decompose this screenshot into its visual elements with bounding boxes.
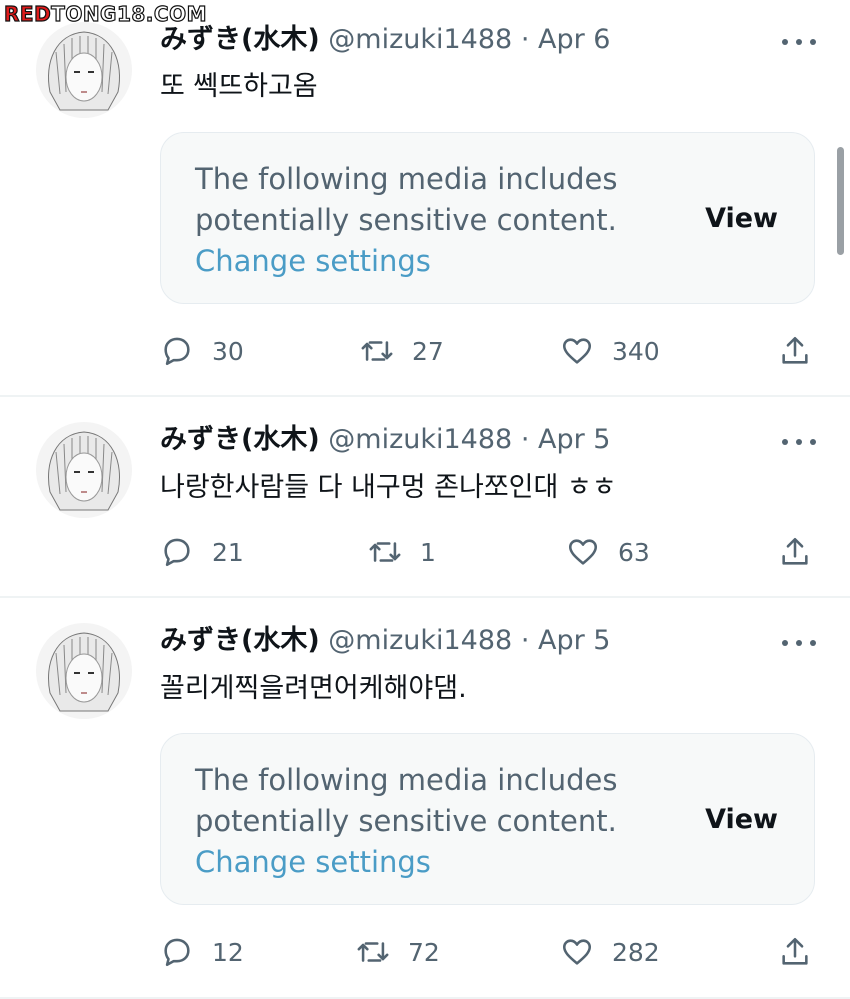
view-button[interactable]: View <box>705 804 778 835</box>
change-settings-link[interactable]: Change settings <box>195 842 625 883</box>
notice-line-1: The following media includes <box>195 162 618 196</box>
tweet-date[interactable]: Apr 6 <box>538 24 610 55</box>
reply-button[interactable]: 12 <box>160 932 244 972</box>
retweet-button[interactable]: 27 <box>360 331 444 371</box>
retweet-button[interactable]: 1 <box>368 532 436 572</box>
scrollbar-thumb[interactable] <box>837 147 844 255</box>
notice-line-2: potentially sensitive content. <box>195 203 617 237</box>
display-name[interactable]: みずき(水木) <box>160 24 320 55</box>
reply-icon <box>164 538 190 567</box>
reply-icon <box>164 337 190 366</box>
sensitive-media-notice: The following media includes potentially… <box>195 159 625 282</box>
like-count: 282 <box>612 937 660 967</box>
like-count: 340 <box>612 336 660 366</box>
reply-count: 12 <box>212 937 244 967</box>
separator: · <box>520 625 530 656</box>
share-icon <box>782 537 808 565</box>
avatar[interactable] <box>36 422 132 518</box>
share-button[interactable] <box>778 331 830 371</box>
tweet-date[interactable]: Apr 5 <box>538 424 610 455</box>
like-button[interactable]: 340 <box>560 331 660 371</box>
reply-icon <box>164 938 190 967</box>
reply-button[interactable]: 21 <box>160 532 244 572</box>
handle[interactable]: @mizuki1488 <box>328 625 512 656</box>
tweet-header: みずき(水木) @mizuki1488 · Apr 5 <box>160 621 610 661</box>
display-name[interactable]: みずき(水木) <box>160 424 320 455</box>
reply-count: 30 <box>212 336 244 366</box>
share-icon <box>782 336 808 364</box>
separator: · <box>520 24 530 55</box>
handle[interactable]: @mizuki1488 <box>328 424 512 455</box>
avatar[interactable] <box>36 22 132 118</box>
display-name[interactable]: みずき(水木) <box>160 625 320 656</box>
reply-button[interactable]: 30 <box>160 331 244 371</box>
tweet[interactable]: みずき(水木) @mizuki1488 · Apr 5 꼴리게찍을려면어케해야댐… <box>0 598 850 997</box>
more-icon[interactable] <box>782 631 816 655</box>
more-icon[interactable] <box>782 430 816 454</box>
view-button[interactable]: View <box>705 203 778 234</box>
share-button[interactable] <box>778 932 830 972</box>
share-button[interactable] <box>778 532 830 572</box>
retweet-icon <box>357 942 389 962</box>
more-icon[interactable] <box>782 30 816 54</box>
tweet-text: 나랑한사람들 다 내구멍 존나쪼인대 ㅎㅎ <box>160 472 617 503</box>
separator: · <box>520 424 530 455</box>
like-button[interactable]: 63 <box>566 532 650 572</box>
avatar[interactable] <box>36 623 132 719</box>
tweet-text: 꼴리게찍을려면어케해야댐. <box>160 673 467 704</box>
action-bar: 21 1 63 <box>0 532 850 572</box>
retweet-icon <box>369 542 401 562</box>
change-settings-link[interactable]: Change settings <box>195 241 625 282</box>
heart-icon <box>562 939 592 965</box>
retweet-count: 1 <box>420 537 436 567</box>
retweet-count: 27 <box>412 336 444 366</box>
notice-line-1: The following media includes <box>195 763 618 797</box>
handle[interactable]: @mizuki1488 <box>328 24 512 55</box>
notice-line-2: potentially sensitive content. <box>195 804 617 838</box>
heart-icon <box>568 539 598 565</box>
share-icon <box>782 937 808 965</box>
tweet-date[interactable]: Apr 5 <box>538 625 610 656</box>
sensitive-media-notice: The following media includes potentially… <box>195 760 625 883</box>
like-button[interactable]: 282 <box>560 932 660 972</box>
tweet[interactable]: みずき(水木) @mizuki1488 · Apr 5 나랑한사람들 다 내구멍… <box>0 397 850 595</box>
retweet-button[interactable]: 72 <box>356 932 440 972</box>
action-bar: 30 27 340 <box>0 331 850 371</box>
tweet-header: みずき(水木) @mizuki1488 · Apr 5 <box>160 420 610 460</box>
tweet[interactable]: みずき(水木) @mizuki1488 · Apr 6 또 쎅뜨하고옴 The … <box>0 0 850 395</box>
reply-count: 21 <box>212 537 244 567</box>
retweet-icon <box>361 341 393 361</box>
tweet-text: 또 쎅뜨하고옴 <box>160 71 318 102</box>
watermark: REDTONG18.COM <box>3 1 207 26</box>
sensitive-media-card[interactable]: The following media includes potentially… <box>160 132 815 304</box>
tweet-header: みずき(水木) @mizuki1488 · Apr 6 <box>160 20 610 60</box>
heart-icon <box>562 338 592 364</box>
like-count: 63 <box>618 537 650 567</box>
sensitive-media-card[interactable]: The following media includes potentially… <box>160 733 815 905</box>
retweet-count: 72 <box>408 937 440 967</box>
action-bar: 12 72 282 <box>0 932 850 972</box>
